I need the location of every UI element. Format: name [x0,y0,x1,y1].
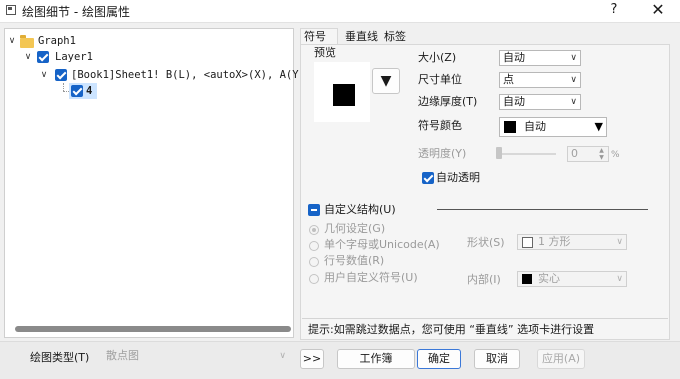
custom-structure-label: 自定义结构(U) [324,203,396,216]
plot-checkbox[interactable] [55,69,67,81]
chevron-down-icon: ∨ [616,274,623,284]
app-icon [6,5,16,15]
radio-unicode-label: 单个字母或Unicode(A) [324,238,440,251]
interior-label: 内部(I) [467,273,501,286]
square-shape-icon [522,237,533,248]
transparency-slider-thumb[interactable] [496,147,502,159]
tree-item-graph[interactable]: Graph1 [38,33,76,49]
tab-drop-lines[interactable]: 垂直线 [345,29,378,45]
chevron-down-icon: ∨ [279,351,286,361]
tab-symbol[interactable]: 符号 [304,29,326,45]
radio-user-defined-label: 用户自定义符号(U) [324,271,418,284]
auto-transparent-label: 自动透明 [436,171,480,184]
chevron-down-icon[interactable]: ∨ [39,67,49,83]
apply-button[interactable]: 应用(A) [537,349,585,369]
shape-label: 形状(S) [467,236,505,249]
preview-label: 预览 [314,46,336,59]
chevron-down-icon: ∨ [570,53,577,63]
custom-structure-checkbox[interactable] [308,204,320,216]
color-label: 符号颜色 [418,119,462,132]
square-symbol-icon [333,84,355,106]
symbol-gallery-button[interactable]: ▼ [372,68,400,94]
shape-value: 1 方形 [538,235,571,248]
color-select[interactable]: 自动 ▼ [499,117,607,137]
section-divider [437,209,648,210]
transparency-slider-track[interactable] [498,153,556,155]
tab-labels[interactable]: 标签 [384,29,406,45]
plot-type-label: 绘图类型(T) [30,351,90,364]
cancel-button[interactable]: 取消 [474,349,520,369]
shape-select[interactable]: 1 方形 ∨ [517,234,627,250]
minus-icon [311,209,317,211]
color-value: 自动 [524,120,546,133]
tree-item-layer[interactable]: Layer1 [55,49,93,65]
tree-item-plot[interactable]: [Book1]Sheet1! B(L), <autoX>(X), A(Y) [1 [71,67,324,83]
radio-geometric[interactable] [309,225,319,235]
hint-divider [302,318,668,319]
size-value: 自动 [503,51,525,64]
transparency-value: 0 [571,147,578,160]
transparency-label: 透明度(Y) [418,147,467,160]
expand-button[interactable]: >> [300,349,324,369]
radio-row-number-label: 行号数值(R) [324,254,385,267]
chevron-down-icon: ∨ [570,97,577,107]
symbol-preview [314,62,370,122]
radio-unicode[interactable] [309,241,319,251]
help-button[interactable]: ? [604,2,624,20]
interior-select[interactable]: 实心 ∨ [517,271,627,287]
close-button[interactable]: ✕ [646,0,670,20]
radio-row-number[interactable] [309,257,319,267]
edge-label: 边缘厚度(T) [418,95,478,108]
spin-up-icon[interactable]: ▲ [596,147,607,154]
tree-item-point[interactable]: 4 [86,83,92,99]
unit-value: 点 [503,73,514,86]
radio-geometric-label: 几何设定(G) [324,222,386,235]
size-label: 大小(Z) [418,51,457,64]
folder-icon [20,35,34,48]
auto-transparent-checkbox[interactable] [422,172,434,184]
edge-value: 自动 [503,95,525,108]
unit-label: 尺寸单位 [418,73,462,86]
horizontal-scrollbar[interactable] [15,326,291,332]
chevron-down-icon[interactable]: ∨ [7,33,17,49]
caret-down-icon: ▼ [594,120,603,133]
ok-button[interactable]: 确定 [417,349,461,369]
hint-text: 提示:如需跳过数据点，您可使用 “垂直线” 选项卡进行设置 [308,323,595,336]
size-select[interactable]: 自动 ∨ [499,50,581,66]
spin-down-icon[interactable]: ▼ [596,154,607,161]
plot-type-value: 散点图 [106,349,139,362]
plot-type-select[interactable]: 散点图 ∨ [103,349,289,365]
transparency-spinbox[interactable]: 0 ▲ ▼ [567,146,609,162]
window-title: 绘图细节 - 绘图属性 [22,5,130,19]
interior-value: 实心 [538,272,560,285]
workbook-button[interactable]: 工作簿 [337,349,415,369]
radio-user-defined[interactable] [309,274,319,284]
tree-connector [63,83,65,91]
solid-fill-icon [522,274,532,284]
layer-checkbox[interactable] [37,51,49,63]
color-swatch [504,121,516,133]
edge-select[interactable]: 自动 ∨ [499,94,581,110]
chevron-down-icon[interactable]: ∨ [23,49,33,65]
plot-tree: ∨ Graph1 ∨ Layer1 ∨ [Book1]Sheet1! B(L),… [4,28,324,338]
chevron-down-icon: ∨ [616,237,623,247]
point-checkbox[interactable] [71,85,83,97]
chevron-down-icon: ∨ [570,75,577,85]
unit-select[interactable]: 点 ∨ [499,72,581,88]
transparency-unit: % [611,150,620,160]
